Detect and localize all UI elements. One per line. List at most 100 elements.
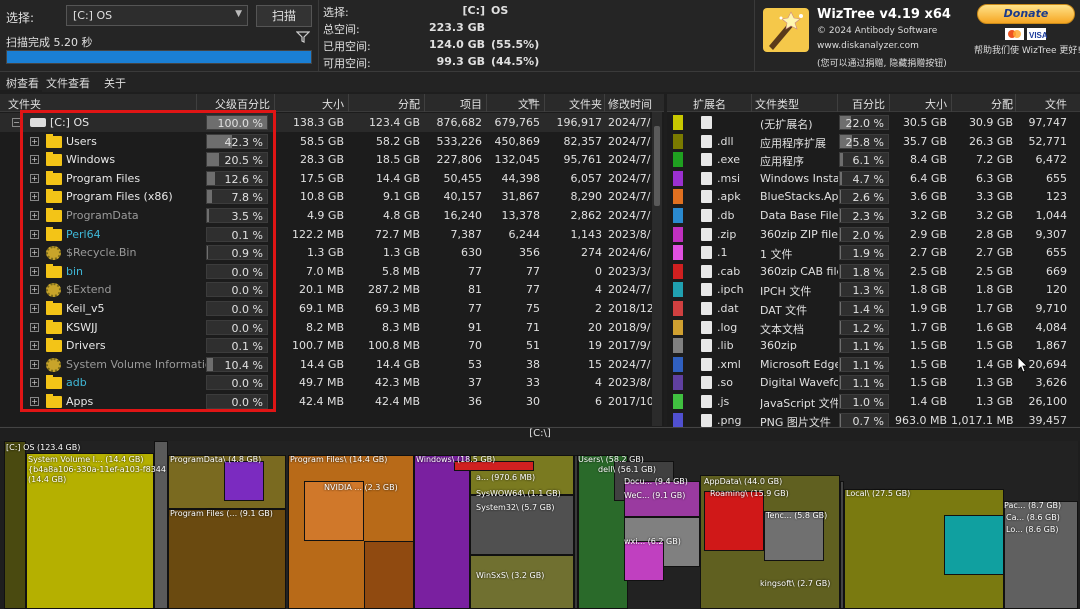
type-cell-files: 52,771 — [1028, 134, 1068, 148]
type-cell-size: 2.9 GB — [909, 227, 947, 241]
type-cell-size: 2.7 GB — [909, 246, 947, 260]
type-row[interactable]: .so Digital Wavefor 1.1 % 1.5 GB 1.3 GB 3,626 — [667, 373, 1080, 392]
info-value: 99.3 GB — [436, 55, 485, 68]
tree-cell-files: 38 — [526, 357, 540, 371]
tree-cell-alloc: 287.2 MB — [367, 283, 420, 297]
type-row[interactable]: .cab 360zip CAB file 1.8 % 2.5 GB 2.5 GB 669 — [667, 262, 1080, 281]
payment-cards-icon: VISA — [1005, 28, 1048, 40]
tab-tree-view[interactable]: 树查看 — [6, 75, 39, 91]
tree-scroll-thumb[interactable] — [654, 126, 660, 206]
tree-col-header[interactable]: 大小 — [276, 96, 344, 112]
tree-cell-folders: 95,761 — [563, 153, 603, 167]
column-divider — [889, 94, 890, 112]
donate-hide-hint: (您可以通过捐赠, 隐藏捐赠按钮) — [817, 59, 947, 69]
type-ext: .log — [717, 320, 738, 334]
type-row[interactable]: .lib 360zip 1.1 % 1.5 GB 1.5 GB 1,867 — [667, 336, 1080, 355]
treemap-block[interactable] — [364, 541, 414, 609]
tree-scrollbar[interactable] — [652, 112, 662, 426]
tree-cell-files: 51 — [526, 339, 540, 353]
type-ext: .so — [717, 376, 733, 390]
column-divider — [751, 94, 752, 112]
treemap-block[interactable] — [414, 455, 470, 609]
type-row[interactable]: .apk BlueStacks.Apk 2.6 % 3.6 GB 3.3 GB 123 — [667, 187, 1080, 206]
file-type-icon — [701, 320, 712, 334]
type-color-swatch — [673, 412, 683, 428]
treemap-block[interactable] — [704, 491, 764, 551]
tree-col-header[interactable]: 项目 — [426, 96, 482, 112]
type-row[interactable]: .db Data Base File 2.3 % 3.2 GB 3.2 GB 1,044 — [667, 206, 1080, 225]
percent-fill — [840, 209, 842, 222]
scan-progress-bar — [6, 50, 312, 64]
type-cell-files: 1,867 — [1035, 339, 1068, 353]
types-col-header[interactable]: 百分比 — [847, 96, 885, 112]
type-cell-alloc: 1.3 GB — [975, 395, 1013, 408]
type-row[interactable]: .exe 应用程序 6.1 % 8.4 GB 7.2 GB 6,472 — [667, 150, 1080, 169]
filter-icon[interactable] — [295, 30, 311, 44]
type-row[interactable]: .dat DAT 文件 1.4 % 1.9 GB 1.7 GB 9,710 — [667, 299, 1080, 318]
type-row[interactable]: .1 1 文件 1.9 % 2.7 GB 2.7 GB 655 — [667, 243, 1080, 262]
treemap-block[interactable] — [168, 509, 286, 609]
drive-select[interactable]: [C:] OS ▼ — [66, 5, 248, 26]
type-row[interactable]: .ipch IPCH 文件 1.3 % 1.8 GB 1.8 GB 120 — [667, 280, 1080, 299]
column-divider — [1015, 94, 1016, 112]
donate-button[interactable]: Donate — [977, 4, 1075, 24]
percent-bar: 1.1 % — [839, 338, 889, 354]
view-tabs: 树查看 文件查看 关于 — [0, 72, 1080, 92]
percent-fill — [840, 376, 841, 390]
type-color-swatch — [673, 208, 683, 223]
type-row[interactable]: .js JavaScript 文件 1.0 % 1.4 GB 1.3 GB 26,100 — [667, 392, 1080, 411]
percent-bar: 1.8 % — [839, 263, 889, 279]
treemap-block[interactable] — [4, 441, 26, 609]
treemap-label: System Volume I... (14.4 GB) — [28, 455, 144, 464]
tree-col-header[interactable]: 文件夹 — [546, 96, 602, 112]
tree-cell-folders: 274 — [581, 246, 602, 260]
treemap-block[interactable] — [224, 461, 264, 501]
tree-col-header[interactable]: 分配 — [350, 96, 420, 112]
tree-cell-items: 91 — [468, 320, 482, 334]
tab-about[interactable]: 关于 — [104, 75, 126, 91]
tree-cell-files: 33 — [526, 376, 540, 390]
treemap-label: ProgramData\ (4.8 GB) — [170, 455, 262, 464]
website-link[interactable]: www.diskanalyzer.com — [817, 41, 919, 51]
types-col-header[interactable]: 扩展名 — [693, 96, 753, 112]
treemap[interactable]: [C:] OS (123.4 GB) System Volume I... (14… — [4, 441, 1078, 609]
tree-cell-folders: 20 — [588, 320, 602, 334]
treemap-block[interactable] — [944, 515, 1004, 575]
type-ext: .apk — [717, 190, 741, 204]
tab-file-view[interactable]: 文件查看 — [46, 75, 90, 91]
scan-button[interactable]: 扫描 — [256, 5, 312, 27]
tree-col-header[interactable]: 修改时间 — [608, 96, 656, 112]
tree-cell-size: 49.7 MB — [298, 376, 344, 390]
treemap-block[interactable] — [624, 541, 664, 581]
treemap-block[interactable] — [470, 555, 574, 609]
type-row[interactable]: (无扩展名) 22.0 % 30.5 GB 30.9 GB 97,747 — [667, 113, 1080, 132]
type-cell-alloc: 26.3 GB — [968, 134, 1013, 148]
percent-text: 25.8 % — [845, 135, 884, 149]
type-row[interactable]: .msi Windows Installe 4.7 % 6.4 GB 6.3 GB 655 — [667, 169, 1080, 188]
tree-cell-alloc: 69.3 MB — [374, 302, 420, 315]
file-type-icon — [701, 413, 712, 427]
types-col-header[interactable]: 文件 — [1017, 96, 1067, 112]
tree-cell-mod: 2024/7/ — [608, 153, 651, 167]
file-type-icon — [701, 395, 712, 408]
treemap-path-bar: [C:\] — [0, 427, 1080, 441]
type-name: Digital Wavefor — [760, 376, 838, 390]
types-col-header[interactable]: 大小 — [889, 96, 947, 112]
type-cell-alloc: 1.3 GB — [975, 376, 1013, 390]
tree-cell-size: 14.4 GB — [299, 357, 344, 371]
percent-text: 2.6 % — [852, 191, 884, 205]
type-row[interactable]: .zip 360zip ZIP file 2.0 % 2.9 GB 2.8 GB 9,30… — [667, 225, 1080, 244]
type-color-swatch — [673, 282, 683, 298]
column-divider — [544, 94, 545, 112]
type-row[interactable]: .log 文本文档 1.2 % 1.7 GB 1.6 GB 4,084 — [667, 318, 1080, 337]
type-row[interactable]: .dll 应用程序扩展 25.8 % 35.7 GB 26.3 GB 52,771 — [667, 132, 1080, 151]
type-cell-size: 1.5 GB — [909, 357, 947, 371]
tree-cell-alloc: 123.4 GB — [368, 116, 420, 129]
tree-cell-files: 356 — [519, 246, 540, 260]
tree-cell-mod: 2023/8/ — [608, 227, 651, 241]
type-color-swatch — [673, 301, 683, 316]
types-col-header[interactable]: 文件类型 — [755, 96, 837, 112]
type-cell-alloc: 2.7 GB — [975, 246, 1013, 260]
tree-cell-folders: 82,357 — [563, 134, 603, 148]
file-type-icon — [701, 153, 712, 167]
